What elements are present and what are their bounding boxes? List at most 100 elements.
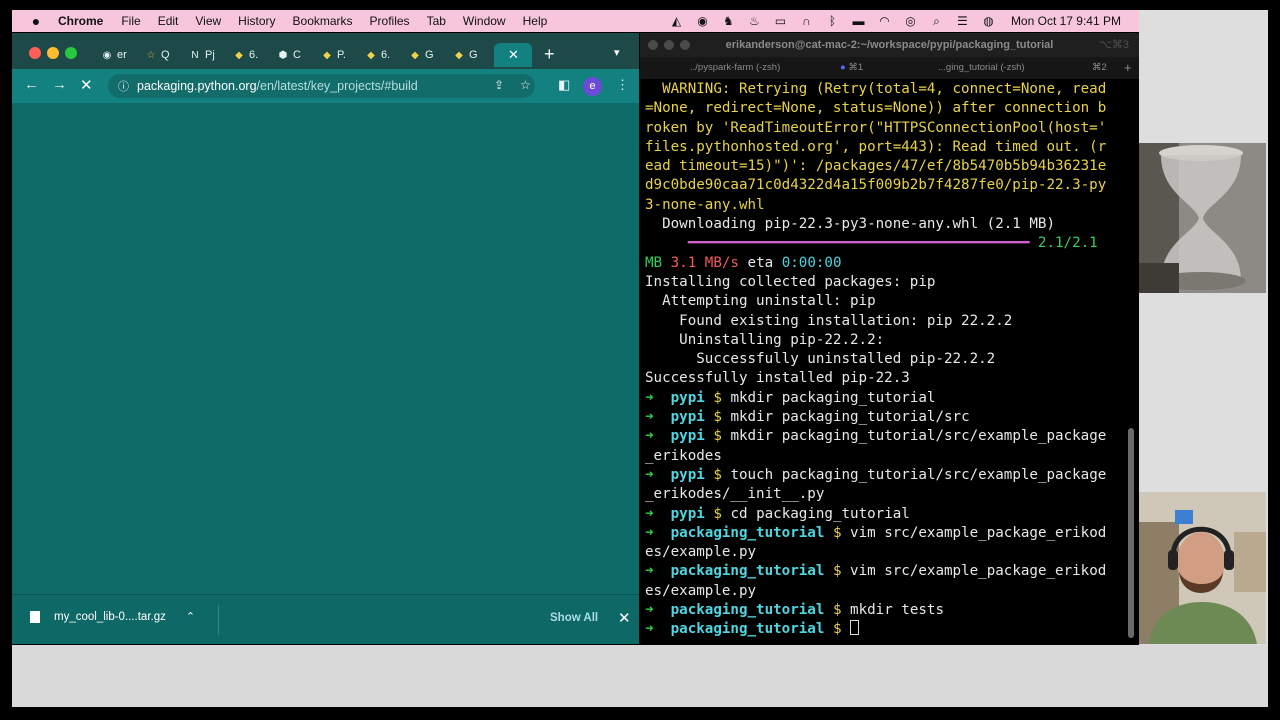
minimize-window-icon[interactable]: [664, 40, 674, 50]
terminal-tab-2-shortcut: ⌘2: [1092, 62, 1107, 73]
terminal-scrollbar[interactable]: [1128, 428, 1134, 638]
prompt-line: ➜ packaging_tutorial $ vim src/example_p…: [645, 524, 1125, 543]
progress-eta-label: eta: [747, 254, 774, 271]
menu-app-name[interactable]: Chrome: [58, 14, 103, 28]
menu-edit[interactable]: Edit: [158, 14, 179, 28]
prompt-command: vim src/example_package_erikod: [850, 563, 1107, 580]
record-icon[interactable]: ◉: [695, 14, 710, 28]
car-icon[interactable]: ▭: [773, 14, 788, 28]
side-panel-icon[interactable]: ◧: [558, 77, 570, 93]
menu-tab[interactable]: Tab: [427, 14, 446, 28]
bookmark-star-icon[interactable]: ☆: [520, 78, 531, 92]
close-window-icon[interactable]: [648, 40, 658, 50]
share-icon[interactable]: ⇪: [494, 78, 504, 92]
more-menu-icon[interactable]: ⋮: [616, 77, 629, 93]
tab-hexagon[interactable]: ⬢ C: [276, 43, 301, 67]
python-icon: ◆: [323, 49, 331, 61]
prompt-command: vim src/example_package_erikod: [850, 524, 1107, 541]
forward-icon[interactable]: →: [52, 76, 67, 93]
menu-window[interactable]: Window: [463, 14, 506, 28]
prompt-dir: pypi: [670, 409, 705, 426]
tab-star[interactable]: ☆ Q: [144, 43, 170, 67]
tab-active[interactable]: ✕: [494, 43, 532, 67]
terminal-tabs: ../pyspark-farm (-zsh) ● ⌘1 ...ging_tuto…: [640, 57, 1139, 79]
prompt-arrow: ➜: [645, 602, 654, 619]
terminal-line: d9c0bde90caa71c0d4322d4a15f009b2b7f4287f…: [645, 177, 1107, 194]
tab-label: 6.: [249, 49, 259, 61]
tab-notion[interactable]: N Pj: [188, 43, 215, 67]
control-center-icon[interactable]: ☰: [955, 14, 970, 28]
tab-shortcut: ⌘1: [848, 62, 864, 73]
wifi-icon[interactable]: ◠: [877, 14, 892, 28]
divider: [218, 605, 219, 635]
stop-icon[interactable]: ✕: [80, 76, 93, 94]
prompt-arrow: ➜: [645, 466, 654, 483]
terminal-tab-2[interactable]: ...ging_tutorial (-zsh): [938, 57, 1025, 79]
siri-icon[interactable]: ◍: [981, 14, 996, 28]
search-icon[interactable]: ⌕: [929, 14, 944, 29]
menu-bookmarks[interactable]: Bookmarks: [293, 14, 353, 28]
tab-python-1[interactable]: ◆ 6.: [232, 43, 258, 67]
menu-history[interactable]: History: [238, 14, 275, 28]
back-icon[interactable]: ←: [24, 76, 39, 93]
tab-python-3[interactable]: ◆ 6.: [364, 43, 390, 67]
zoom-window-icon[interactable]: [680, 40, 690, 50]
terminal-tab-1[interactable]: ../pyspark-farm (-zsh): [690, 57, 780, 79]
webcam-hourglass: [1139, 143, 1266, 293]
prompt-dir: pypi: [670, 505, 705, 522]
page-viewport[interactable]: [12, 103, 639, 594]
apple-icon[interactable]: ●: [28, 13, 44, 29]
prompt-command: mkdir packaging_tutorial: [730, 389, 936, 406]
progress-bar: ━━━━━━━━━━━━━━━━━━━━━━━━━━━━━━━━━━━━━━━━: [645, 235, 1038, 252]
tab-python-4[interactable]: ◆ G: [408, 43, 433, 67]
tab-python-5[interactable]: ◆ G: [452, 43, 477, 67]
terminal-line: roken by 'ReadTimeoutError("HTTPSConnect…: [645, 119, 1107, 136]
terminal-output[interactable]: WARNING: Retrying (Retry(total=4, connec…: [645, 80, 1125, 640]
prompt-dir: packaging_tutorial: [670, 602, 825, 619]
flame-icon[interactable]: ♨: [747, 14, 762, 28]
address-bar[interactable]: ⓘ packaging.python.org/en/latest/key_pro…: [108, 74, 535, 98]
menu-clock[interactable]: Mon Oct 17 9:41 PM: [1011, 14, 1121, 28]
tab-label: Pj: [205, 49, 215, 61]
zoom-window-icon[interactable]: [65, 47, 77, 59]
headphones-icon[interactable]: ∩: [799, 14, 814, 28]
user-icon[interactable]: ◎: [903, 14, 918, 28]
close-download-bar-icon[interactable]: ✕: [618, 609, 631, 627]
terminal-window: erikanderson@cat-mac-2:~/workspace/pypi/…: [640, 33, 1139, 644]
prompt-dollar: $: [832, 563, 842, 580]
info-icon[interactable]: ⓘ: [118, 78, 129, 94]
profile-avatar[interactable]: e: [583, 77, 602, 96]
progress-unit: MB: [645, 254, 663, 271]
show-all-button[interactable]: Show All: [550, 612, 598, 624]
download-bar: my_cool_lib-0....tar.gz ⌃ Show All ✕: [12, 594, 639, 644]
star-icon: ☆: [146, 49, 156, 61]
notion-icon: N: [191, 49, 199, 61]
new-tab-button[interactable]: +: [544, 44, 555, 65]
battery-icon[interactable]: ▬: [851, 14, 866, 28]
terminal-cursor[interactable]: [850, 620, 860, 636]
drive-icon[interactable]: ◭: [669, 14, 684, 28]
tab-python-2[interactable]: ◆ P.: [320, 43, 346, 67]
prompt-dollar: $: [713, 428, 722, 445]
minimize-window-icon[interactable]: [47, 47, 59, 59]
menu-help[interactable]: Help: [523, 14, 548, 28]
chevron-up-icon[interactable]: ⌃: [186, 610, 195, 623]
download-item[interactable]: my_cool_lib-0....tar.gz ⌃: [30, 610, 195, 623]
terminal-title-bar: erikanderson@cat-mac-2:~/workspace/pypi/…: [640, 33, 1139, 57]
menu-view[interactable]: View: [195, 14, 221, 28]
python-icon: ◆: [367, 49, 375, 61]
terminal-line: ead timeout=15)")': /packages/47/ef/8b54…: [645, 158, 1107, 175]
prompt-arrow: ➜: [645, 505, 654, 522]
bluetooth-icon[interactable]: ᛒ: [825, 14, 840, 28]
tab-search-icon[interactable]: ▾: [614, 46, 620, 59]
menu-file[interactable]: File: [121, 14, 140, 28]
terminal-title: erikanderson@cat-mac-2:~/workspace/pypi/…: [725, 39, 1054, 51]
prompt-arrow: ➜: [645, 524, 654, 541]
close-window-icon[interactable]: [29, 47, 41, 59]
close-tab-icon[interactable]: ✕: [508, 47, 519, 63]
menu-profiles[interactable]: Profiles: [370, 14, 410, 28]
tab-github[interactable]: ◉ er: [100, 43, 127, 67]
elephant-icon[interactable]: ♞: [721, 14, 736, 28]
browser-window: ◉ er ☆ Q N Pj ◆ 6. ⬢ C ◆ P. ◆ 6. ◆ G ◆ G ✕ + ▾ ← …: [12, 33, 639, 644]
new-terminal-tab-button[interactable]: +: [1124, 57, 1132, 79]
